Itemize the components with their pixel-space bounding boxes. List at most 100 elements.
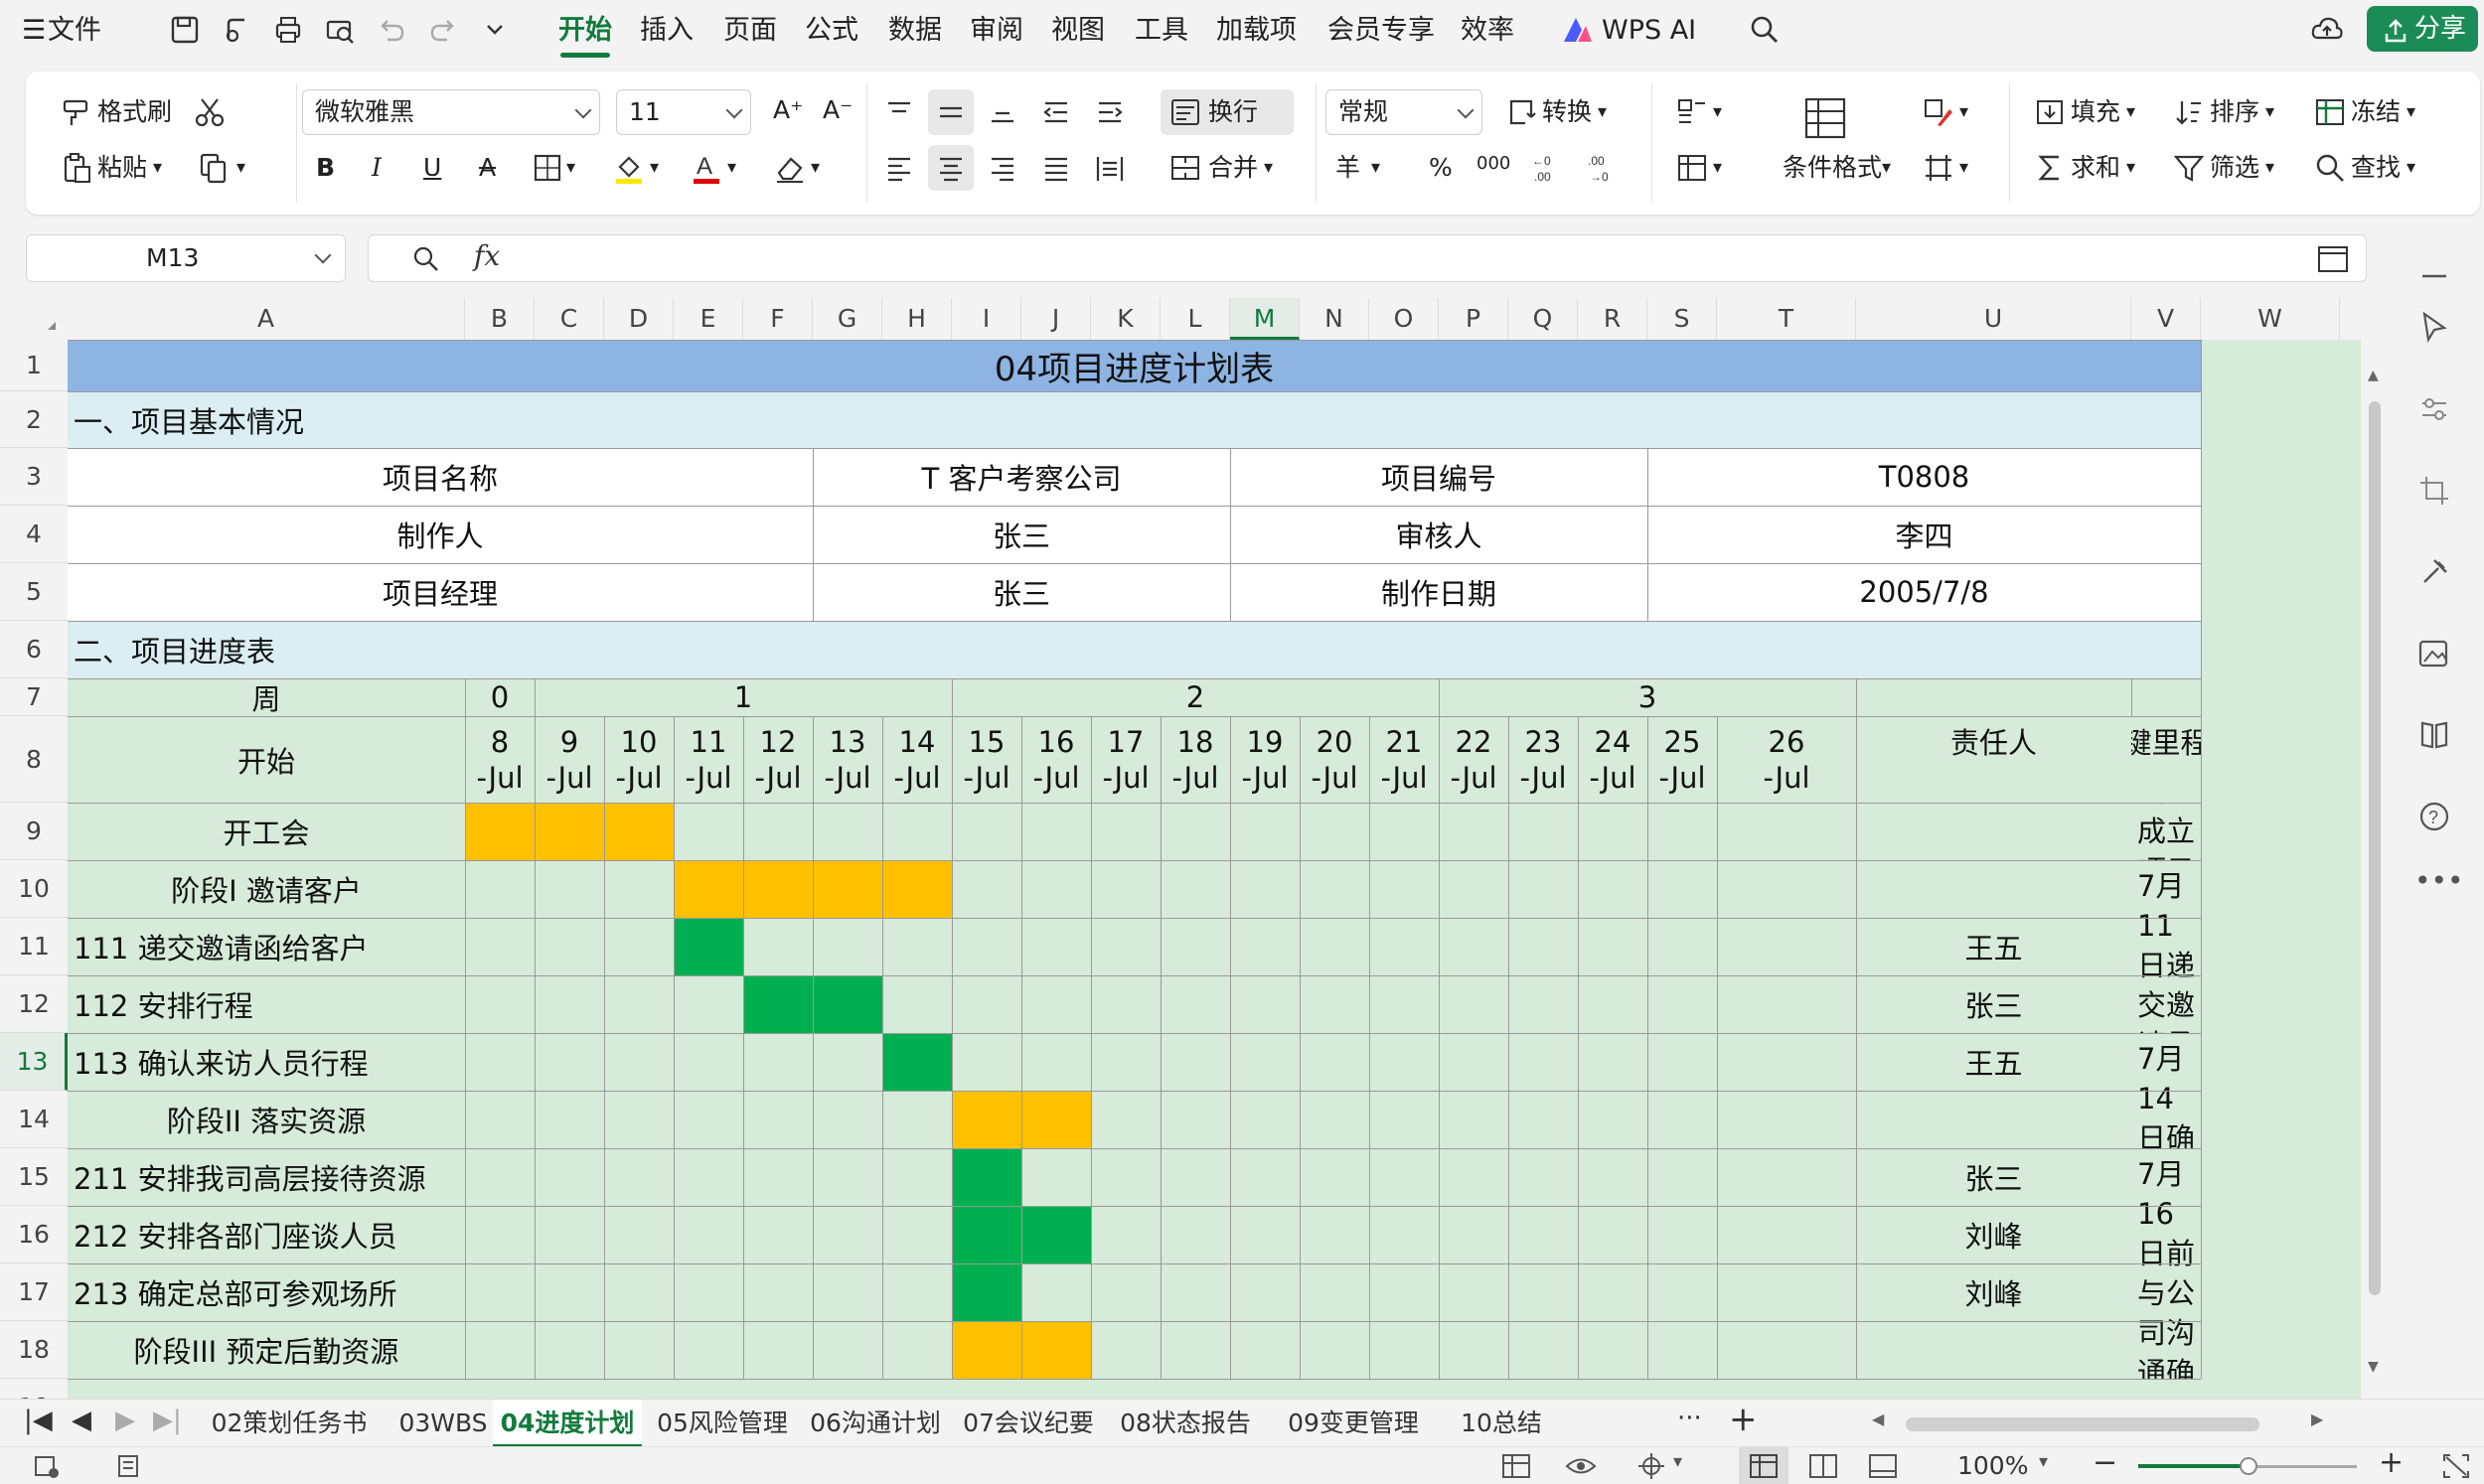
column-header-F[interactable]: F <box>743 298 813 340</box>
row-header-12[interactable]: 12 <box>0 975 68 1033</box>
column-header-J[interactable]: J <box>1021 298 1091 340</box>
info-cell[interactable]: 项目名称 <box>68 448 813 506</box>
row-header-13[interactable]: 13 <box>0 1033 68 1091</box>
sheet-tab[interactable]: 07会议纪要 <box>954 1400 1103 1447</box>
date-header[interactable]: 22 -Jul <box>1439 716 1508 803</box>
menu-file[interactable]: 文件 <box>48 10 101 52</box>
thousands-separator-icon[interactable]: 000 <box>1476 147 1510 181</box>
column-header-O[interactable]: O <box>1369 298 1439 340</box>
column-header-M[interactable]: M <box>1230 298 1300 340</box>
column-header-V[interactable]: V <box>2131 298 2201 340</box>
date-header[interactable]: 8 -Jul <box>465 716 535 803</box>
worksheet-dropdown-icon[interactable]: ▾ <box>1713 151 1722 185</box>
merge-dropdown-icon[interactable]: ▾ <box>1264 151 1273 185</box>
font-color-icon[interactable]: A <box>690 151 723 185</box>
date-header[interactable]: 19 -Jul <box>1230 716 1300 803</box>
date-header[interactable]: 9 -Jul <box>535 716 604 803</box>
fx-icon[interactable]: fx <box>474 239 500 272</box>
formula-bar[interactable]: fx <box>368 234 2367 282</box>
increase-decimal-icon[interactable]: ←0.00 <box>1530 151 1564 185</box>
more-sheets-button[interactable]: ··· <box>1677 1404 1702 1433</box>
gantt-bar-green[interactable] <box>952 1263 1021 1321</box>
info-cell[interactable]: 李四 <box>1647 506 2201 563</box>
fill-button[interactable]: 填充 <box>2071 95 2120 129</box>
percent-format-icon[interactable]: % <box>1429 151 1453 185</box>
row-header-7[interactable]: 7 <box>0 678 68 716</box>
info-cell[interactable]: 项目编号 <box>1230 448 1647 506</box>
task-name[interactable]: 开工会 <box>68 803 465 860</box>
column-header-U[interactable]: U <box>1856 298 2131 340</box>
task-name[interactable]: 阶段I 邀请客户 <box>68 860 465 918</box>
conditional-format-button[interactable]: 条件格式 <box>1783 151 1882 185</box>
more-icon[interactable]: ••• <box>2414 864 2464 897</box>
info-cell[interactable]: T0808 <box>1647 448 2201 506</box>
column-header-Q[interactable]: Q <box>1508 298 1578 340</box>
clear-format-icon[interactable] <box>773 151 807 185</box>
wps-ai-button[interactable]: WPS AI <box>1602 10 1696 52</box>
redo-icon[interactable] <box>425 12 461 48</box>
cell-style-icon[interactable] <box>1922 95 1955 129</box>
row-col-icon[interactable] <box>1675 95 1709 129</box>
distributed-align-icon[interactable] <box>1093 151 1127 185</box>
conditional-format-dropdown-icon[interactable]: ▾ <box>1882 151 1891 185</box>
date-header[interactable]: 26 -Jul <box>1717 716 1856 803</box>
cell-style-dropdown-icon[interactable]: ▾ <box>1959 95 1968 129</box>
eye-protect-icon[interactable] <box>1564 1451 1598 1481</box>
sheet-tab[interactable]: 08状态报告 <box>1111 1400 1260 1447</box>
milestone-cell[interactable]: 7月11日递交邀请函给CTO及相关人员 <box>2131 860 2201 1033</box>
page-break-view-icon[interactable] <box>1806 1451 1840 1481</box>
task-name[interactable]: 112 安排行程 <box>68 975 465 1033</box>
column-header-S[interactable]: S <box>1647 298 1717 340</box>
sheet-tab[interactable]: 05风险管理 <box>648 1400 797 1447</box>
sort-button[interactable]: 排序 <box>2210 95 2259 129</box>
task-name[interactable]: 111 递交邀请函给客户 <box>68 918 465 975</box>
convert-button[interactable]: 转换 <box>1542 95 1592 129</box>
fill-color-dropdown-icon[interactable]: ▾ <box>650 151 659 185</box>
image-icon[interactable] <box>2416 636 2452 671</box>
print-icon[interactable] <box>270 12 306 48</box>
tab-page[interactable]: 页面 <box>723 10 777 52</box>
fill-color-icon[interactable] <box>612 151 646 185</box>
gantt-bar-green[interactable] <box>882 1033 952 1091</box>
task-name[interactable]: 212 安排各部门座谈人员 <box>68 1206 465 1263</box>
currency-dropdown-icon[interactable]: ▾ <box>1371 151 1380 185</box>
filter-button[interactable]: 筛选 <box>2210 151 2259 185</box>
search-icon[interactable] <box>1747 12 1783 48</box>
strikethrough-icon[interactable]: A <box>479 151 496 185</box>
sheet-list-icon[interactable] <box>113 1451 143 1481</box>
vertical-scrollbar[interactable]: ▲ ▼ <box>2361 340 2389 1399</box>
filter-dropdown-icon[interactable]: ▾ <box>2265 151 2274 185</box>
zoom-out-icon[interactable]: − <box>2093 1445 2117 1480</box>
date-header[interactable]: 18 -Jul <box>1161 716 1230 803</box>
decrease-indent-icon[interactable] <box>1039 95 1073 129</box>
tab-data[interactable]: 数据 <box>888 10 942 52</box>
tab-efficiency[interactable]: 效率 <box>1461 10 1514 52</box>
print-preview-icon[interactable] <box>322 12 358 48</box>
cut-icon[interactable] <box>193 95 227 129</box>
horizontal-scroll-thumb[interactable] <box>1906 1417 2259 1431</box>
task-owner[interactable]: 张三 <box>1856 1148 2131 1206</box>
column-header-B[interactable]: B <box>465 298 535 340</box>
merge-button[interactable]: 合并 <box>1208 151 1258 185</box>
tab-formula[interactable]: 公式 <box>805 10 858 52</box>
date-header[interactable]: 11 -Jul <box>674 716 743 803</box>
date-header[interactable]: 20 -Jul <box>1300 716 1369 803</box>
vertical-scroll-thumb[interactable] <box>2369 401 2381 1295</box>
task-owner[interactable]: 王五 <box>1856 918 2131 975</box>
font-color-dropdown-icon[interactable]: ▾ <box>727 151 736 185</box>
column-header-L[interactable]: L <box>1161 298 1230 340</box>
info-cell[interactable]: T 客户考察公司 <box>813 448 1230 506</box>
macro-record-icon[interactable] <box>32 1451 62 1481</box>
row-header-9[interactable]: 9 <box>0 803 68 860</box>
zoom-level[interactable]: 100% <box>1957 1451 2028 1480</box>
copy-dropdown-icon[interactable]: ▾ <box>236 151 245 185</box>
gantt-bar-orange[interactable] <box>465 803 674 860</box>
column-header-D[interactable]: D <box>604 298 674 340</box>
row-col-dropdown-icon[interactable]: ▾ <box>1713 95 1722 129</box>
focus-mode-icon[interactable] <box>1635 1451 1667 1481</box>
font-name-select[interactable]: 微软雅黑 <box>302 89 600 135</box>
column-header-A[interactable]: A <box>68 298 465 340</box>
align-bottom-icon[interactable] <box>986 95 1019 129</box>
scroll-down-icon[interactable]: ▼ <box>2368 1359 2379 1375</box>
sum-button[interactable]: 求和 <box>2071 151 2120 185</box>
